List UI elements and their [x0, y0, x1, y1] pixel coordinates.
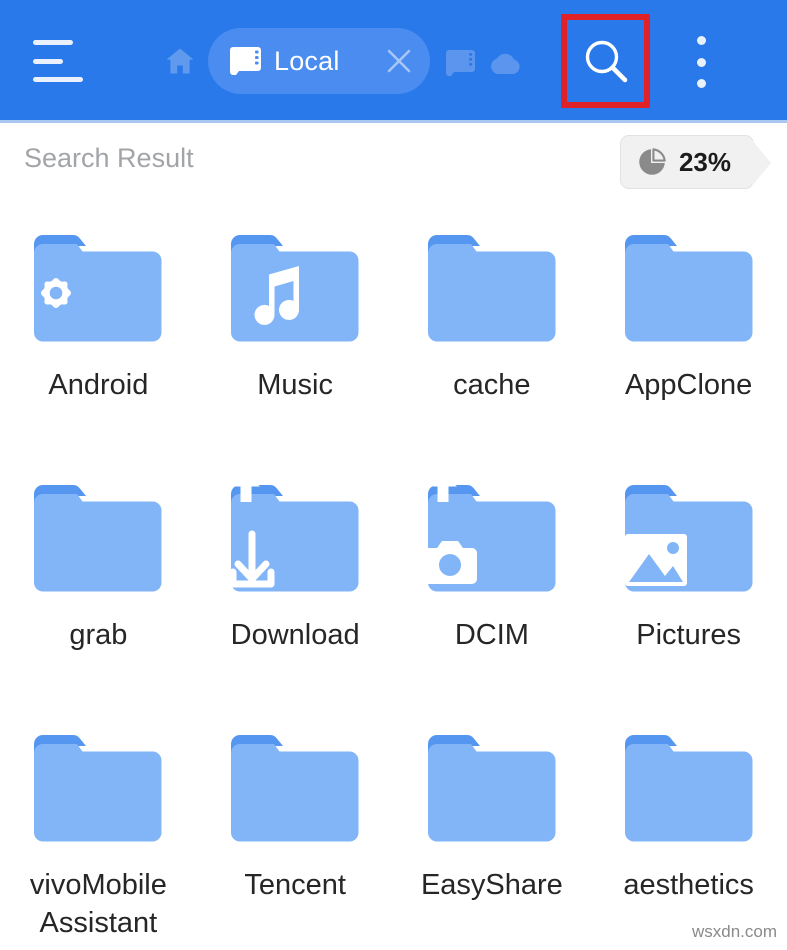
folder-icon-wrapper	[613, 476, 765, 604]
folder-label: Pictures	[636, 619, 741, 651]
folder-icon-wrapper	[416, 226, 568, 354]
folder-icon	[422, 476, 556, 592]
folder-item[interactable]: EasyShare	[394, 715, 591, 950]
folder-item[interactable]: AppClone	[590, 215, 787, 465]
folder-icon-wrapper	[613, 726, 765, 854]
overflow-dot	[696, 57, 706, 67]
sd-card-icon-secondary[interactable]	[444, 50, 476, 76]
folder-icon-wrapper	[219, 726, 371, 854]
more-vertical-icon[interactable]	[686, 36, 716, 88]
sd-card-icon	[228, 47, 262, 75]
folder-label: Music	[257, 369, 333, 401]
tab-local-label: Local	[274, 45, 340, 76]
folder-label: EasyShare	[420, 869, 563, 901]
home-icon[interactable]	[163, 45, 197, 77]
cloud-icon[interactable]	[488, 50, 522, 76]
search-icon	[582, 37, 630, 85]
folder-icon	[231, 235, 359, 342]
folder-icon-wrapper	[416, 476, 568, 604]
hamburger-menu-icon[interactable]	[33, 40, 91, 82]
folder-icon-wrapper	[416, 726, 568, 854]
overflow-dot	[696, 36, 706, 45]
file-manager-screen: Local Search Result 23% Android Music ca…	[0, 0, 787, 950]
folder-item[interactable]: grab	[0, 465, 197, 715]
folder-icon	[624, 735, 753, 842]
folder-item[interactable]: Android	[0, 215, 197, 465]
watermark: wsxdn.com	[691, 922, 777, 941]
folder-item[interactable]: vivoMobile Assistant	[0, 715, 197, 950]
folder-item[interactable]: DCIM	[394, 465, 591, 715]
storage-badge[interactable]: 23%	[619, 135, 772, 189]
folder-item[interactable]: Tencent	[197, 715, 394, 950]
pie-chart-icon	[637, 147, 667, 177]
folder-label: grab	[69, 619, 128, 651]
search-button[interactable]	[561, 14, 650, 108]
page-title: Search Result	[24, 143, 194, 173]
storage-percent: 23%	[678, 146, 731, 177]
folder-icon-wrapper	[219, 476, 371, 604]
folder-label: Download	[230, 619, 360, 651]
folder-icon	[229, 476, 359, 592]
folder-icon-wrapper	[613, 226, 765, 354]
folder-item[interactable]: Download	[197, 465, 394, 715]
hamburger-line	[33, 40, 73, 45]
folder-icon-wrapper	[22, 476, 174, 604]
sub-header: Search Result 23%	[0, 123, 787, 215]
close-icon[interactable]	[384, 46, 414, 76]
folder-icon-wrapper	[22, 726, 174, 854]
folder-icon	[34, 735, 162, 842]
folder-label: Android	[48, 369, 149, 401]
folder-label: aesthetics	[623, 869, 754, 901]
folder-item[interactable]: Music	[197, 215, 394, 465]
folder-item[interactable]: cache	[394, 215, 591, 465]
folder-icon	[427, 235, 556, 342]
app-bar: Local	[0, 0, 787, 120]
folder-label: DCIM	[454, 619, 529, 651]
folder-label: Tencent	[244, 869, 346, 901]
folder-icon	[624, 485, 753, 592]
folder-grid: Android Music cache AppClone grab Downlo…	[0, 215, 787, 950]
folder-label: vivoMobile Assistant	[29, 869, 167, 940]
folder-item[interactable]: Pictures	[590, 465, 787, 715]
folder-item[interactable]: aesthetics	[590, 715, 787, 950]
folder-icon	[427, 735, 556, 842]
hamburger-line	[33, 58, 63, 64]
folder-label: cache	[453, 369, 531, 401]
hamburger-line	[33, 77, 83, 82]
folder-label: AppClone	[624, 369, 753, 401]
folder-icon-wrapper	[22, 226, 174, 354]
folder-icon-wrapper	[219, 226, 371, 354]
folder-icon	[231, 735, 359, 842]
folder-icon	[624, 235, 753, 342]
gear-icon	[41, 278, 72, 308]
folder-icon	[34, 485, 162, 592]
image-icon	[624, 534, 687, 586]
tab-local[interactable]: Local	[208, 28, 430, 94]
overflow-dot	[696, 79, 706, 88]
folder-icon	[34, 235, 162, 342]
